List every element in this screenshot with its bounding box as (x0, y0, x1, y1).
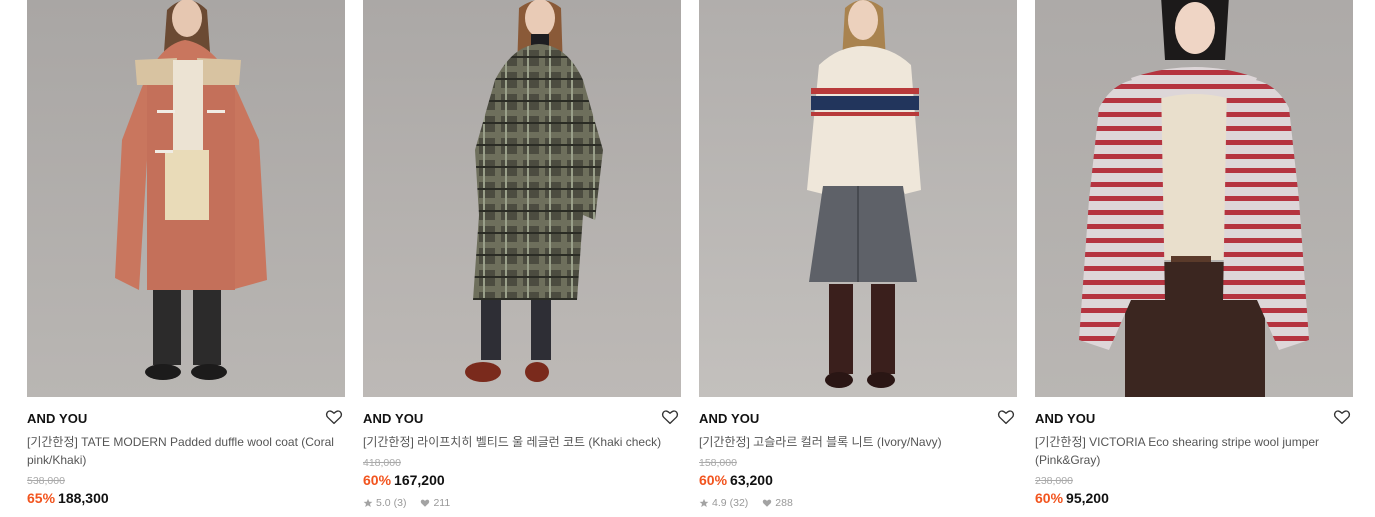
discount-rate: 60% (699, 472, 728, 488)
sale-price: 95,200 (1066, 490, 1109, 506)
sale-price: 188,300 (58, 490, 109, 506)
star-icon (363, 498, 373, 507)
heart-outline-icon[interactable] (325, 408, 343, 426)
brand-name[interactable]: AND YOU (363, 410, 681, 428)
product-meta: 4.9 (32) 288 (699, 497, 1017, 509)
brand-name[interactable]: AND YOU (1035, 410, 1353, 428)
product-meta: 5.0 (3) 211 (363, 497, 681, 509)
review-count: (32) (729, 497, 749, 509)
price-row: 60% 95,200 (1035, 489, 1353, 507)
discount-rate: 60% (1035, 490, 1064, 506)
heart-filled-icon (763, 499, 772, 507)
original-price: 238,000 (1035, 475, 1073, 487)
star-icon (699, 498, 709, 507)
original-price: 418,000 (363, 457, 401, 469)
price-row: 65% 188,300 (27, 489, 345, 507)
price-row: 60% 167,200 (363, 471, 681, 489)
product-image[interactable] (27, 0, 345, 397)
rating-value: 5.0 (376, 497, 391, 509)
brand-name[interactable]: AND YOU (27, 410, 345, 428)
product-title[interactable]: [기간한정] 고슬라르 컬러 블록 니트 (Ivory/Navy) (699, 433, 1017, 451)
like-count: 288 (775, 497, 793, 509)
product-image[interactable] (699, 0, 1017, 397)
heart-outline-icon[interactable] (661, 408, 679, 426)
sale-price: 63,200 (730, 472, 773, 488)
original-price: 158,000 (699, 457, 737, 469)
like-count: 211 (433, 497, 451, 509)
product-title[interactable]: [기간한정] VICTORIA Eco shearing stripe wool… (1035, 433, 1353, 469)
brand-name[interactable]: AND YOU (699, 410, 1017, 428)
review-count: (3) (393, 497, 407, 509)
product-card[interactable]: AND YOU [기간한정] 고슬라르 컬러 블록 니트 (Ivory/Navy… (699, 0, 1017, 509)
original-price: 538,000 (27, 475, 65, 487)
price-row: 60% 63,200 (699, 471, 1017, 489)
discount-rate: 60% (363, 472, 392, 488)
heart-outline-icon[interactable] (997, 408, 1015, 426)
product-card[interactable]: AND YOU [기간한정] TATE MODERN Padded duffle… (27, 0, 345, 509)
product-card[interactable]: AND YOU [기간한정] 라이프치히 벨티드 울 레글런 코트 (Khaki… (363, 0, 681, 509)
rating-value: 4.9 (712, 497, 727, 509)
product-image[interactable] (1035, 0, 1353, 397)
product-title[interactable]: [기간한정] 라이프치히 벨티드 울 레글런 코트 (Khaki check) (363, 433, 681, 451)
heart-outline-icon[interactable] (1333, 408, 1351, 426)
product-image[interactable] (363, 0, 681, 397)
discount-rate: 65% (27, 490, 56, 506)
product-title[interactable]: [기간한정] TATE MODERN Padded duffle wool co… (27, 433, 345, 469)
product-grid: AND YOU [기간한정] TATE MODERN Padded duffle… (27, 0, 1353, 509)
heart-filled-icon (421, 499, 430, 507)
sale-price: 167,200 (394, 472, 445, 488)
product-card[interactable]: AND YOU [기간한정] VICTORIA Eco shearing str… (1035, 0, 1353, 509)
